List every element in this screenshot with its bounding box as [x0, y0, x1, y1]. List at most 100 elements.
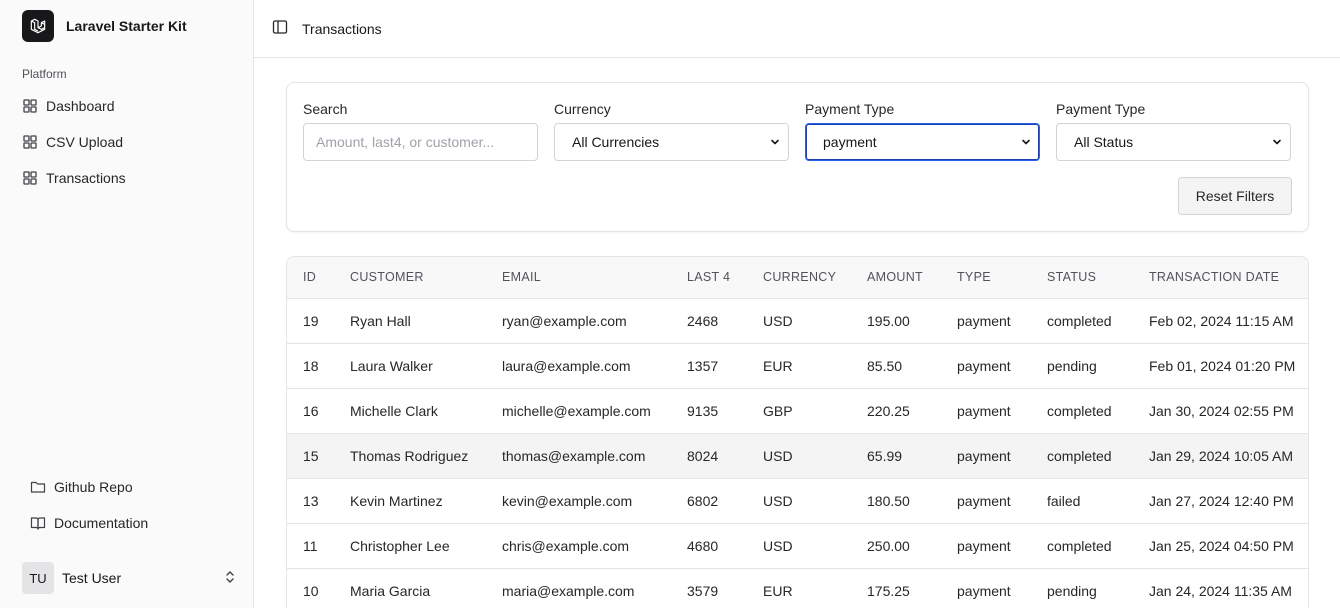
table-row[interactable]: 13 Kevin Martinez kevin@example.com 6802…	[287, 478, 1308, 524]
avatar: TU	[22, 562, 54, 594]
cell-type: payment	[957, 388, 1047, 434]
cell-customer: Laura Walker	[350, 343, 502, 389]
chevron-down-icon	[771, 139, 779, 145]
sidebar-item-dashboard[interactable]: Dashboard	[22, 88, 242, 124]
cell-customer: Thomas Rodriguez	[350, 433, 502, 479]
sidebar-toggle-icon[interactable]	[272, 19, 302, 38]
column-header-email: EMAIL	[502, 257, 687, 299]
column-header-transaction-date: TRANSACTION DATE	[1149, 257, 1308, 299]
laravel-logo-icon	[22, 10, 54, 42]
nav-section-label: Platform	[22, 67, 67, 81]
chevrons-up-down-icon	[222, 569, 238, 588]
cell-last4: 9135	[687, 388, 763, 434]
currency-label: Currency	[554, 101, 611, 117]
folder-icon	[30, 479, 46, 495]
reset-filters-button[interactable]: Reset Filters	[1178, 177, 1292, 215]
secondary-nav: Github Repo Documentation	[30, 469, 240, 541]
sidebar-item-label: Transactions	[46, 170, 126, 186]
cell-email: laura@example.com	[502, 343, 687, 389]
cell-id: 10	[287, 568, 350, 608]
cell-transaction-date: Feb 02, 2024 11:15 AM	[1149, 298, 1308, 344]
layout-grid-icon	[22, 98, 38, 114]
table-row[interactable]: 11 Christopher Lee chris@example.com 468…	[287, 523, 1308, 569]
cell-amount: 65.99	[867, 433, 957, 479]
search-label: Search	[303, 101, 348, 117]
sidebar: Laravel Starter Kit Platform Dashboard C…	[0, 0, 254, 608]
column-header-status: STATUS	[1047, 257, 1149, 299]
cell-customer: Kevin Martinez	[350, 478, 502, 524]
table-row[interactable]: 10 Maria Garcia maria@example.com 3579 E…	[287, 568, 1308, 608]
payment-type-filter: Payment Type payment	[805, 101, 1040, 161]
cell-type: payment	[957, 298, 1047, 344]
cell-customer: Maria Garcia	[350, 568, 502, 608]
cell-amount: 180.50	[867, 478, 957, 524]
cell-last4: 2468	[687, 298, 763, 344]
book-open-icon	[30, 515, 46, 531]
main-nav: Dashboard CSV Upload Transactions	[22, 88, 242, 196]
sidebar-item-csv-upload[interactable]: CSV Upload	[22, 124, 242, 160]
cell-currency: EUR	[763, 568, 867, 608]
cell-currency: GBP	[763, 388, 867, 434]
transactions-table: ID CUSTOMER EMAIL LAST 4 CURRENCY AMOUNT…	[287, 257, 1308, 608]
currency-select[interactable]: All Currencies	[554, 123, 789, 161]
github-repo-link[interactable]: Github Repo	[30, 469, 240, 505]
cell-currency: EUR	[763, 343, 867, 389]
brand[interactable]: Laravel Starter Kit	[22, 10, 187, 42]
column-header-type: TYPE	[957, 257, 1047, 299]
cell-id: 11	[287, 523, 350, 569]
status-label: Payment Type	[1056, 101, 1146, 117]
cell-amount: 220.25	[867, 388, 957, 434]
sidebar-item-transactions[interactable]: Transactions	[22, 160, 242, 196]
cell-type: payment	[957, 433, 1047, 479]
github-repo-label: Github Repo	[54, 479, 133, 495]
sidebar-item-label: Dashboard	[46, 98, 115, 114]
cell-last4: 6802	[687, 478, 763, 524]
layout-grid-icon	[22, 134, 38, 150]
table-row[interactable]: 16 Michelle Clark michelle@example.com 9…	[287, 388, 1308, 434]
cell-transaction-date: Jan 25, 2024 04:50 PM	[1149, 523, 1308, 569]
column-header-id: ID	[287, 257, 350, 299]
user-menu[interactable]: TU Test User	[22, 562, 238, 594]
cell-type: payment	[957, 568, 1047, 608]
cell-last4: 8024	[687, 433, 763, 479]
table-row[interactable]: 15 Thomas Rodriguez thomas@example.com 8…	[287, 433, 1308, 479]
cell-id: 18	[287, 343, 350, 389]
cell-transaction-date: Feb 01, 2024 01:20 PM	[1149, 343, 1308, 389]
cell-status: pending	[1047, 343, 1149, 389]
search-input[interactable]: Amount, last4, or customer...	[303, 123, 538, 161]
cell-amount: 85.50	[867, 343, 957, 389]
cell-currency: USD	[763, 433, 867, 479]
cell-last4: 4680	[687, 523, 763, 569]
cell-email: ryan@example.com	[502, 298, 687, 344]
status-filter: Payment Type All Status	[1056, 101, 1291, 161]
cell-last4: 1357	[687, 343, 763, 389]
topbar: Transactions	[254, 0, 1340, 58]
cell-type: payment	[957, 478, 1047, 524]
table-row[interactable]: 18 Laura Walker laura@example.com 1357 E…	[287, 343, 1308, 389]
cell-id: 15	[287, 433, 350, 479]
column-header-amount: AMOUNT	[867, 257, 957, 299]
chevron-down-icon	[1022, 139, 1030, 145]
main-content: Transactions Search Amount, last4, or cu…	[254, 0, 1340, 608]
cell-email: thomas@example.com	[502, 433, 687, 479]
documentation-link[interactable]: Documentation	[30, 505, 240, 541]
cell-last4: 3579	[687, 568, 763, 608]
cell-type: payment	[957, 523, 1047, 569]
status-select[interactable]: All Status	[1056, 123, 1291, 161]
cell-status: completed	[1047, 388, 1149, 434]
cell-email: kevin@example.com	[502, 478, 687, 524]
cell-status: failed	[1047, 478, 1149, 524]
cell-transaction-date: Jan 29, 2024 10:05 AM	[1149, 433, 1308, 479]
user-name: Test User	[62, 570, 122, 586]
column-header-customer: CUSTOMER	[350, 257, 502, 299]
cell-transaction-date: Jan 27, 2024 12:40 PM	[1149, 478, 1308, 524]
search-filter: Search Amount, last4, or customer...	[303, 101, 538, 161]
table-row[interactable]: 19 Ryan Hall ryan@example.com 2468 USD 1…	[287, 298, 1308, 344]
cell-customer: Christopher Lee	[350, 523, 502, 569]
layout-grid-icon	[22, 170, 38, 186]
cell-status: completed	[1047, 433, 1149, 479]
app-shell: Laravel Starter Kit Platform Dashboard C…	[0, 0, 1340, 608]
cell-email: chris@example.com	[502, 523, 687, 569]
cell-id: 13	[287, 478, 350, 524]
payment-type-select[interactable]: payment	[805, 123, 1040, 161]
